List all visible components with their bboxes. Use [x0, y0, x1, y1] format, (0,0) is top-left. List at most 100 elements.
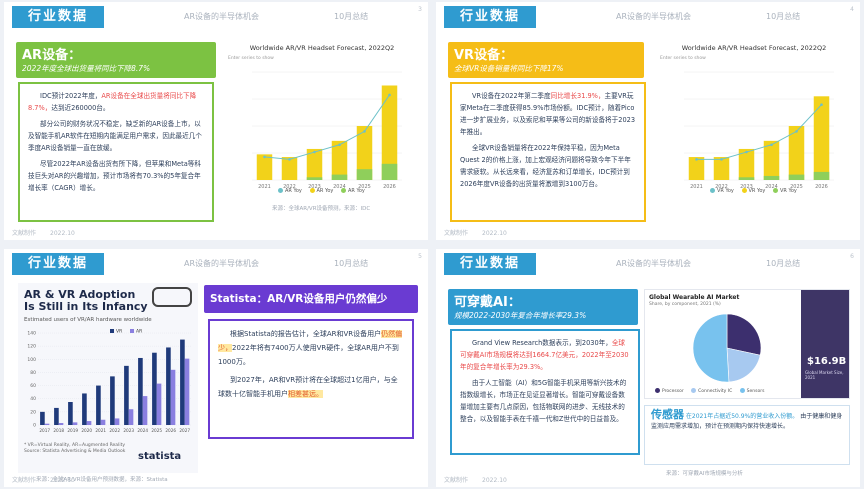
bar-vr: [166, 347, 171, 425]
chart-legend: AR Yoy AR Yoy AR Yoy: [272, 188, 365, 194]
bar-stack: [381, 163, 398, 180]
infographic-subtitle: Estimated users of VR/AR hardware worldw…: [24, 317, 152, 323]
x-tick-label: 2019: [67, 428, 78, 433]
bar-ar: [170, 369, 176, 425]
bar: [813, 96, 830, 180]
slide-ar-devices: 行业数据 AR设备的半导体机会 10月总结 3 AR设备： 2022年度全球出货…: [4, 2, 428, 240]
bar-vr: [54, 407, 59, 425]
paragraph: 根据Statista的报告估计，全球AR和VR设备用户仍然偏少，2022年将有7…: [218, 330, 403, 366]
header-month: 10月总结: [334, 259, 369, 268]
bar-ar: [184, 358, 190, 425]
slide-statista-users: 行业数据 AR设备的半导体机会 10月总结 5 AR & VR Adoption…: [4, 249, 428, 487]
legend-label: AR: [136, 329, 142, 335]
footer: 文献制作 2022.10: [444, 477, 507, 484]
x-tick-label: 2026: [165, 428, 176, 433]
text-panel: IDC预计2022年度，AR设备在全球出货量将同比下降8.7%，达到近26000…: [18, 82, 214, 222]
x-tick-label: 2020: [81, 428, 92, 433]
sensor-title: 传感器: [651, 408, 684, 421]
bar-stack: [788, 174, 805, 180]
infographic: AR & VR Adoption Is Still in Its Infancy …: [18, 283, 198, 473]
text-panel: Grand View Research数据表示，到2030年，全球可穿戴AI市场…: [450, 329, 640, 455]
header-month: 10月总结: [766, 12, 801, 21]
bar-vr: [152, 352, 157, 425]
bar-ar: [44, 423, 50, 425]
legend-label: VR: [116, 329, 122, 335]
bar-vr: [68, 402, 73, 425]
y-tick-label: 60: [30, 383, 36, 389]
y-tick-label: 0: [33, 423, 36, 429]
banner-subtitle: 2022年度全球出货量将同比下降8.7%: [22, 64, 151, 73]
bar-stack: [738, 177, 755, 180]
section-tag: 行业数据: [444, 253, 536, 275]
footer: 文献制作 2022.10: [12, 230, 75, 237]
bar-vr: [138, 357, 143, 425]
y-tick-label: 80: [30, 370, 36, 376]
bar-stack: [356, 169, 373, 180]
text-panel: VR设备在2022年第二季度同比增长31.9%，主要VR玩家Meta在二季度获得…: [450, 82, 646, 222]
bar-ar: [72, 422, 78, 425]
bar-ar: [128, 409, 134, 425]
title-banner: 可穿戴AI： 规模2022-2030年复合年增长率29.3%: [448, 289, 638, 325]
infographic-footnote: * VR=Virtual Reality, AR=Augmented Reali…: [24, 443, 126, 454]
text-panel: 根据Statista的报告估计，全球AR和VR设备用户仍然偏少，2022年将有7…: [208, 319, 414, 439]
bar-stack: [813, 171, 830, 180]
bar-vr: [40, 411, 45, 425]
sensor-highlight: 在2021年占据近50.9%的营业收入份额。: [685, 413, 799, 420]
bar-ar: [86, 421, 92, 425]
bar-vr: [96, 385, 101, 425]
title-banner: VR设备： 全球VR设备销量将同比下降17%: [448, 42, 644, 78]
sensor-panel: 传感器 在2021年占据近50.9%的营业收入份额。 由于健康和健身监测应用需求…: [644, 405, 850, 465]
banner-title: AR设备：: [22, 48, 82, 63]
statista-logo: statista: [138, 451, 182, 462]
forecast-chart: Worldwide AR/VR Headset Forecast, 2022Q2…: [222, 42, 422, 220]
section-tag: 行业数据: [444, 6, 536, 28]
y-tick-label: 40: [30, 396, 36, 402]
paragraph: 由于人工智能（AI）和5G智能手机采用等新兴技术的指数级增长，市场正在见证显著增…: [460, 379, 627, 423]
bar-vr: [180, 339, 185, 425]
header-month: 10月总结: [766, 259, 801, 268]
page-number: 6: [850, 253, 854, 260]
series-point: [288, 158, 291, 161]
footer: 文献制作 2022.10: [12, 477, 75, 484]
y-tick-label: 20: [30, 409, 36, 415]
bar-stack: [331, 174, 348, 180]
x-tick-label: 2017: [39, 428, 50, 433]
chart-title: Worldwide AR/VR Headset Forecast, 2022Q2: [681, 44, 827, 52]
y-tick-label: 100: [27, 357, 36, 363]
x-tick-label: 2027: [179, 428, 190, 433]
legend-swatch: [130, 329, 134, 333]
series-point: [795, 130, 798, 133]
title-banner: AR设备： 2022年度全球出货量将同比下降8.7%: [16, 42, 216, 78]
vr-headset-icon: [152, 287, 192, 307]
series-point: [338, 143, 341, 147]
market-infographic: Global Wearable AI Market Share, by comp…: [644, 289, 850, 399]
market-size-panel: $16.9B Global Market Size, 2021: [801, 290, 849, 398]
header-subtitle: AR设备的半导体机会: [184, 12, 260, 21]
series-point: [745, 150, 748, 154]
paragraph: VR设备在2022年第二季度同比增长31.9%，主要VR玩家Meta在二季度获得…: [460, 92, 636, 136]
x-tick-label: 2021: [690, 184, 703, 190]
forecast-chart: Worldwide AR/VR Headset Forecast, 2022Q2…: [654, 42, 854, 220]
market-size-label: Global Market Size, 2021: [805, 370, 844, 380]
chart-source: 来源：可穿戴AI市场规模与分析: [666, 471, 743, 477]
header-subtitle: AR设备的半导体机会: [616, 259, 692, 268]
legend-swatch: [110, 329, 114, 333]
series-point: [720, 158, 723, 161]
x-tick-label: 2023: [123, 428, 134, 433]
paragraph: 全球VR设备销量将在2022年保持平稳，因为Meta Quest 2的价格上涨，…: [460, 144, 631, 188]
chart-note: Enter series to show: [660, 56, 706, 61]
y-tick-label: 140: [27, 331, 36, 337]
section-tag: 行业数据: [12, 6, 104, 28]
x-tick-label: 2026: [383, 184, 396, 190]
infographic-title: AR & VR Adoption Is Still in Its Infancy: [24, 288, 148, 313]
paragraph: 尽管2022年AR设备出货有所下降，但苹果和Meta等科技巨头对AR的兴趣增加，…: [28, 160, 201, 192]
component-pie: [692, 313, 762, 383]
banner-title: VR设备：: [454, 48, 514, 63]
series-point: [313, 150, 316, 154]
bar-stack: [763, 175, 780, 180]
market-subtitle: Share, by component, 2021 (%): [649, 302, 721, 307]
bar-vr: [124, 365, 129, 425]
series-point: [263, 155, 266, 159]
y-tick-label: 120: [27, 344, 36, 350]
header-subtitle: AR设备的半导体机会: [616, 12, 692, 21]
